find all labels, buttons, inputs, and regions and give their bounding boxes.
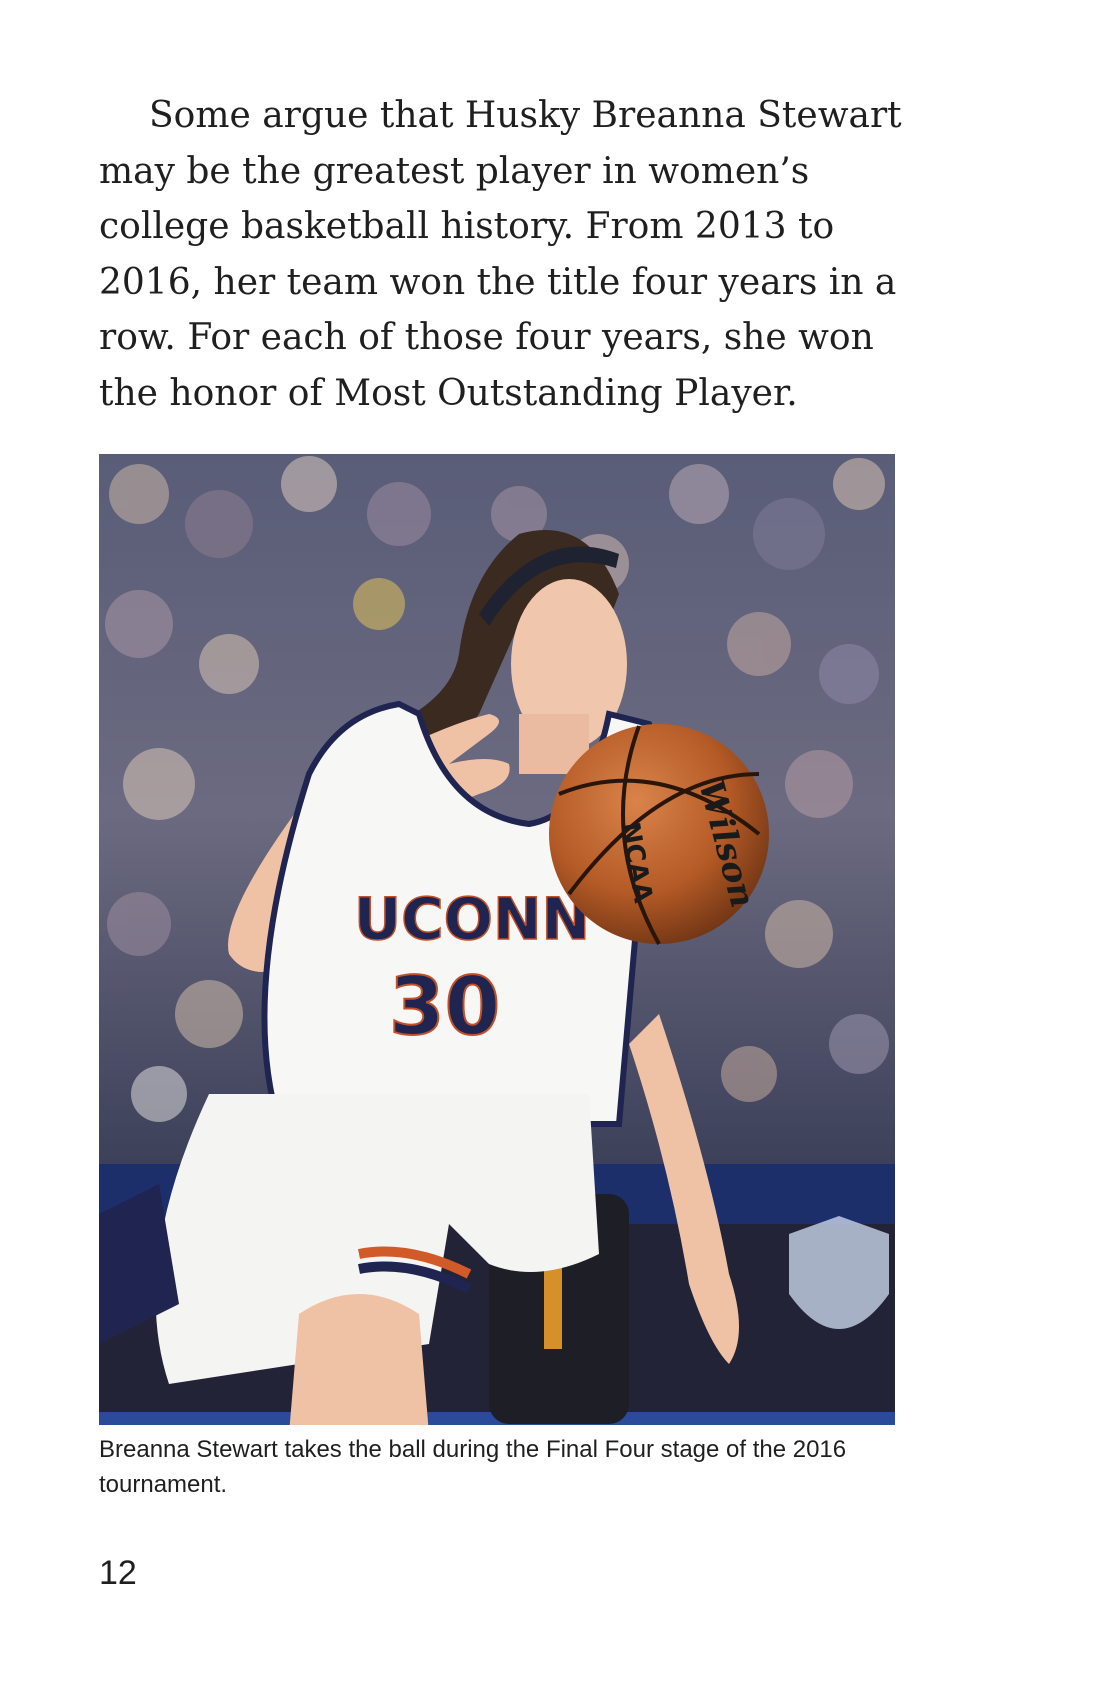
- body-paragraph: Some argue that Husky Breanna Stewart ma…: [99, 95, 902, 414]
- photo-caption: Breanna Stewart takes the ball during th…: [99, 1436, 847, 1498]
- jersey-team-text: UCONN: [354, 885, 590, 953]
- page-number: 12: [99, 1554, 137, 1592]
- jersey-number-text: 30: [389, 960, 500, 1053]
- player-photo: UCONN 30 Wilson NCAA: [99, 454, 895, 1425]
- basketball: Wilson NCAA: [549, 724, 769, 945]
